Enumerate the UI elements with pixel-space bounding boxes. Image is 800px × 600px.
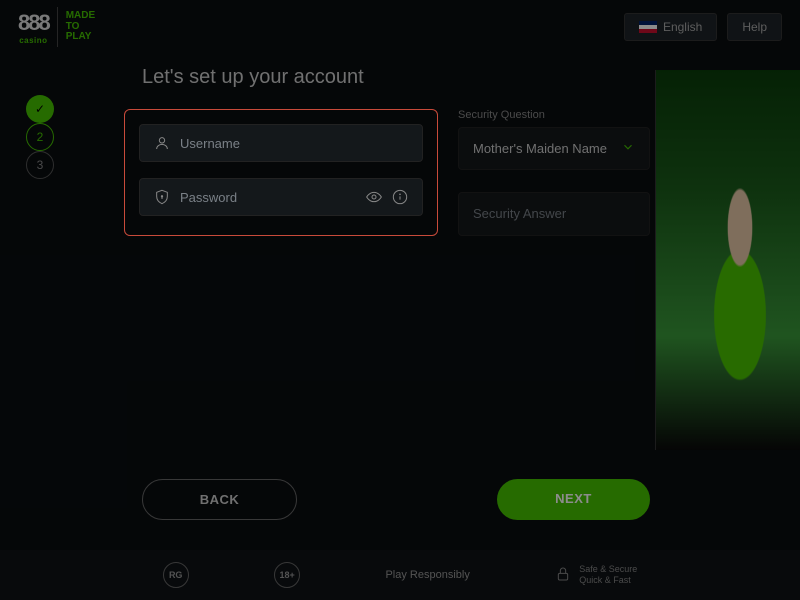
- secure-line1: Safe & Secure: [579, 564, 637, 575]
- progress-stepper: ✓ 2 3: [25, 95, 55, 179]
- step-3-inactive: 3: [26, 151, 54, 179]
- responsible-text: Play Responsibly: [385, 569, 469, 581]
- promo-banner: [655, 70, 800, 450]
- lock-icon: [555, 566, 571, 585]
- footer: RG 18+ Play Responsibly Safe & Secure Qu…: [0, 550, 800, 600]
- checkmark-icon: ✓: [35, 102, 45, 116]
- next-button[interactable]: NEXT: [497, 479, 650, 520]
- chevron-down-icon: [621, 140, 635, 157]
- form: Security Question Mother's Maiden Name: [124, 109, 650, 236]
- security-question-label: Security Question: [458, 109, 650, 121]
- logo-tagline: MADE TO PLAY: [66, 11, 95, 43]
- security-answer-input[interactable]: [473, 206, 635, 221]
- page-title: Let's set up your account: [142, 66, 650, 89]
- flag-icon: [639, 21, 657, 33]
- info-icon[interactable]: [392, 189, 408, 205]
- step-3-label: 3: [37, 158, 44, 172]
- credentials-highlight: [124, 109, 438, 236]
- back-button[interactable]: BACK: [142, 479, 297, 520]
- logo-888-icon: 888: [18, 10, 49, 36]
- step-2-active: 2: [26, 123, 54, 151]
- help-button[interactable]: Help: [727, 13, 782, 41]
- username-input[interactable]: [180, 136, 408, 151]
- password-field-wrap: [139, 178, 423, 216]
- step-2-label: 2: [37, 130, 44, 144]
- rg-badge: RG: [163, 562, 189, 588]
- language-label: English: [663, 20, 702, 34]
- logo-sub: casino: [19, 36, 47, 45]
- security-column: Security Question Mother's Maiden Name: [458, 109, 650, 236]
- language-selector[interactable]: English: [624, 13, 717, 41]
- logo-divider: [57, 7, 58, 47]
- security-question-select[interactable]: Mother's Maiden Name: [458, 127, 650, 170]
- promo-person-image: [680, 165, 800, 415]
- age-badge: 18+: [274, 562, 300, 588]
- logo: 888 casino MADE TO PLAY: [18, 7, 95, 47]
- header: 888 casino MADE TO PLAY English Help: [0, 0, 800, 54]
- step-1-done: ✓: [26, 95, 54, 123]
- security-selected-value: Mother's Maiden Name: [473, 141, 607, 156]
- secure-line2: Quick & Fast: [579, 575, 637, 586]
- username-field-wrap: [139, 124, 423, 162]
- content-area: Let's set up your account: [72, 54, 650, 530]
- eye-icon[interactable]: [366, 189, 382, 205]
- help-label: Help: [742, 20, 767, 34]
- password-input[interactable]: [180, 190, 356, 205]
- user-icon: [154, 135, 170, 151]
- button-row: BACK NEXT: [142, 479, 650, 520]
- shield-icon: [154, 189, 170, 205]
- security-answer-wrap: [458, 192, 650, 236]
- secure-block: Safe & Secure Quick & Fast: [555, 564, 637, 586]
